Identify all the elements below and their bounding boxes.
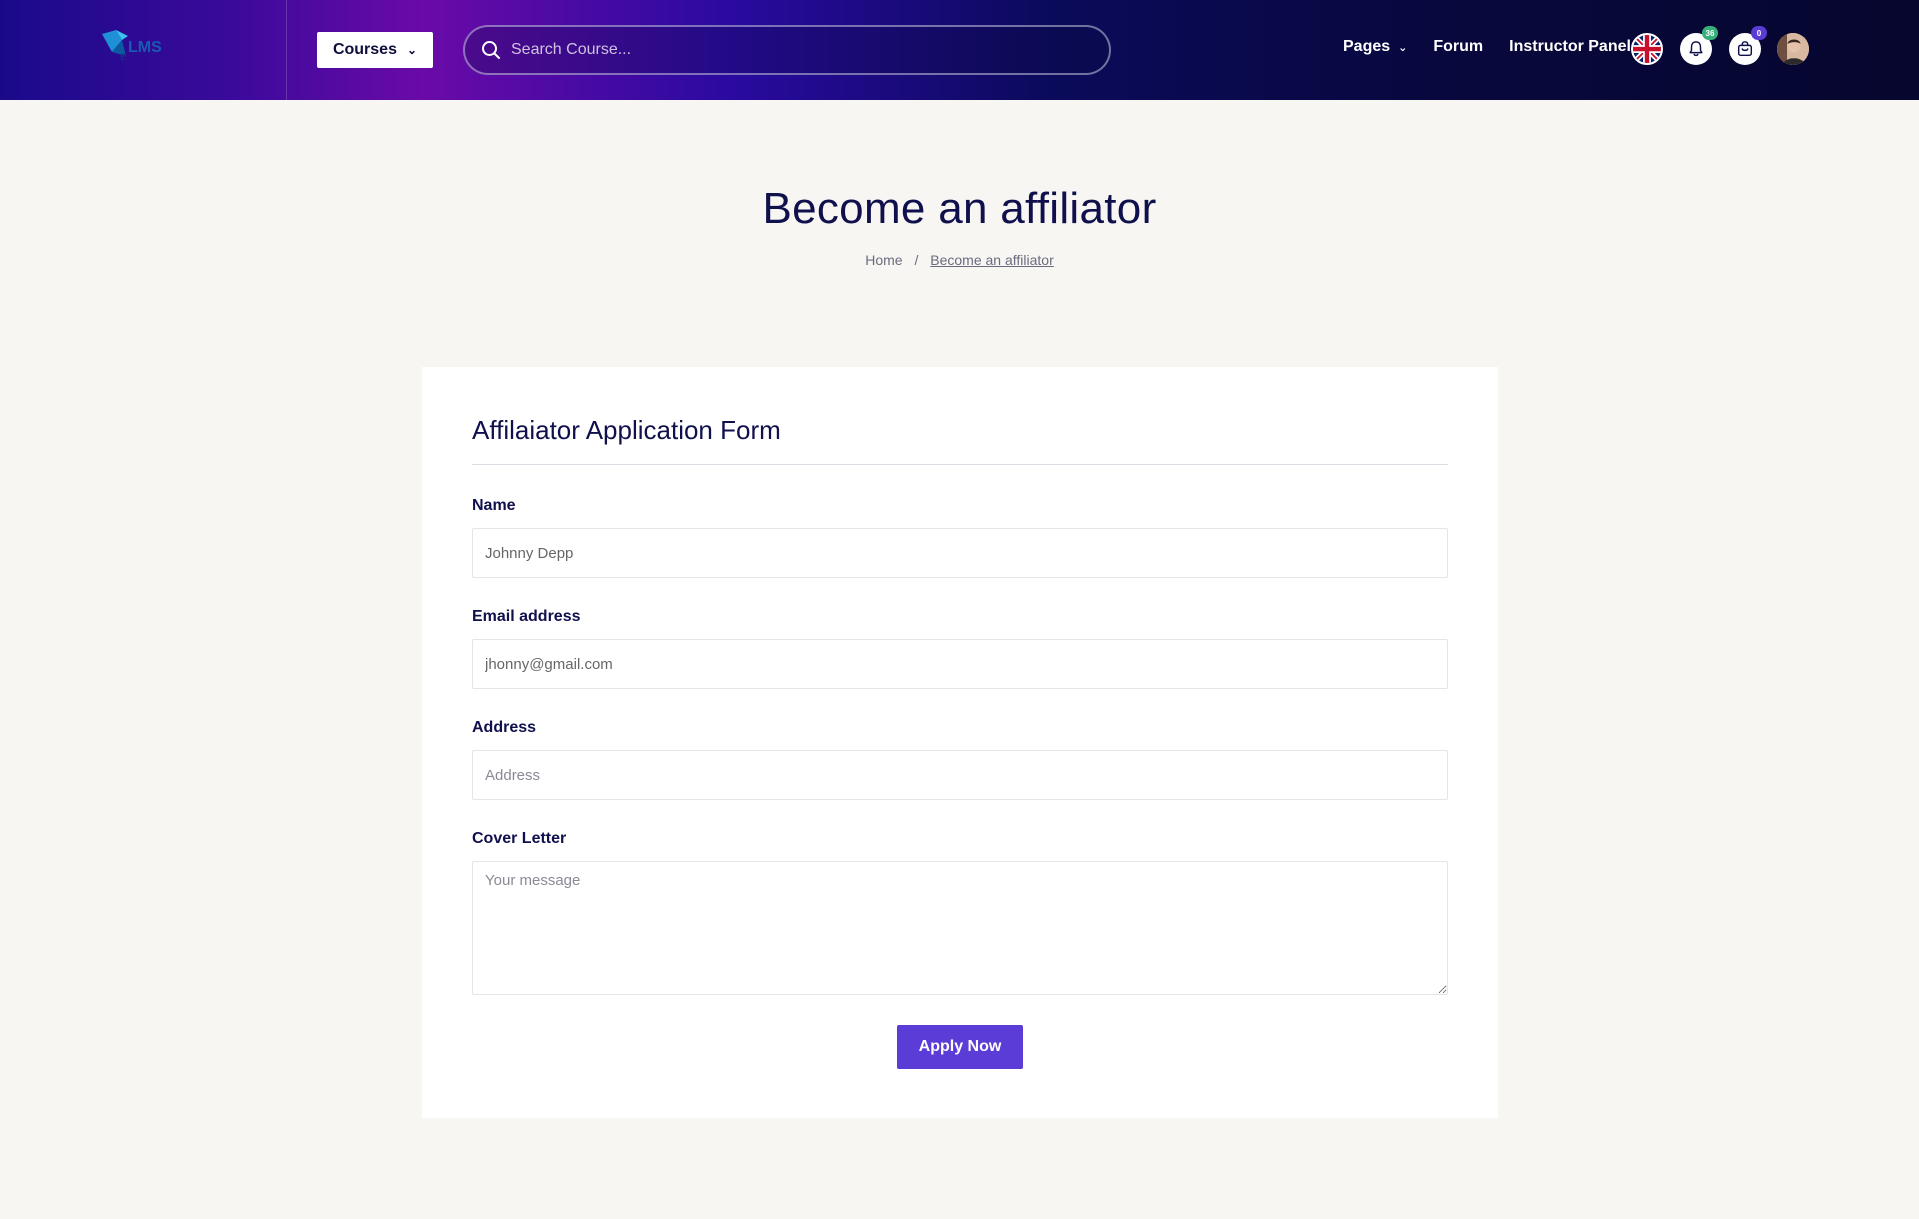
search-input[interactable] bbox=[511, 41, 1071, 59]
cart-count-badge: 0 bbox=[1751, 26, 1767, 40]
user-avatar[interactable] bbox=[1777, 33, 1809, 65]
notification-count-badge: 36 bbox=[1702, 26, 1718, 40]
nav-item-label: Forum bbox=[1433, 38, 1484, 55]
breadcrumb: Home / Become an affiliator bbox=[0, 252, 1919, 268]
search-bar[interactable] bbox=[463, 25, 1111, 75]
apply-now-button[interactable]: Apply Now bbox=[897, 1025, 1023, 1069]
nav-item-label: Instructor Panel bbox=[1509, 38, 1631, 55]
cover-letter-field[interactable] bbox=[472, 861, 1448, 995]
affiliate-form-card: Affilaiator Application Form Name Email … bbox=[422, 367, 1498, 1118]
logo-icon: e LMS bbox=[102, 30, 162, 64]
cart-button[interactable]: 0 bbox=[1729, 26, 1767, 65]
top-navbar: e LMS Courses ⌄ Pages ⌄ Forum Instructor… bbox=[0, 0, 1919, 100]
page-title: Become an affiliator bbox=[762, 184, 1157, 233]
breadcrumb-current[interactable]: Become an affiliator bbox=[930, 252, 1053, 268]
language-selector[interactable] bbox=[1631, 33, 1663, 65]
chevron-down-icon: ⌄ bbox=[1398, 41, 1408, 54]
main-nav: Pages ⌄ Forum Instructor Panel bbox=[1343, 38, 1631, 56]
courses-label: Courses bbox=[332, 41, 397, 58]
avatar-image bbox=[1777, 33, 1809, 65]
cover-letter-label: Cover Letter bbox=[472, 830, 567, 847]
shopping-bag-icon bbox=[1737, 41, 1753, 57]
address-label: Address bbox=[472, 719, 537, 736]
address-field[interactable] bbox=[472, 750, 1448, 800]
nav-item-forum[interactable]: Forum bbox=[1433, 38, 1483, 56]
chevron-down-icon: ⌄ bbox=[406, 43, 418, 57]
nav-item-label: Pages bbox=[1343, 38, 1391, 55]
nav-item-instructor-panel[interactable]: Instructor Panel bbox=[1509, 38, 1631, 56]
form-divider bbox=[472, 464, 1448, 465]
email-field[interactable] bbox=[472, 639, 1448, 689]
form-title: Affilaiator Application Form bbox=[472, 415, 781, 445]
svg-text:LMS: LMS bbox=[128, 39, 162, 56]
breadcrumb-separator: / bbox=[914, 252, 919, 268]
bell-icon bbox=[1689, 41, 1703, 57]
svg-text:e: e bbox=[120, 49, 126, 64]
name-field[interactable] bbox=[472, 528, 1448, 578]
email-label: Email address bbox=[472, 608, 581, 625]
nav-item-pages[interactable]: Pages ⌄ bbox=[1343, 38, 1407, 56]
site-logo[interactable]: e LMS bbox=[100, 26, 172, 66]
search-icon bbox=[482, 41, 500, 59]
notifications-button[interactable]: 36 bbox=[1680, 26, 1718, 65]
header-divider bbox=[286, 0, 287, 100]
courses-dropdown-button[interactable]: Courses ⌄ bbox=[317, 32, 433, 68]
uk-flag-icon bbox=[1633, 35, 1661, 63]
name-label: Name bbox=[472, 497, 516, 514]
breadcrumb-home[interactable]: Home bbox=[865, 252, 902, 268]
